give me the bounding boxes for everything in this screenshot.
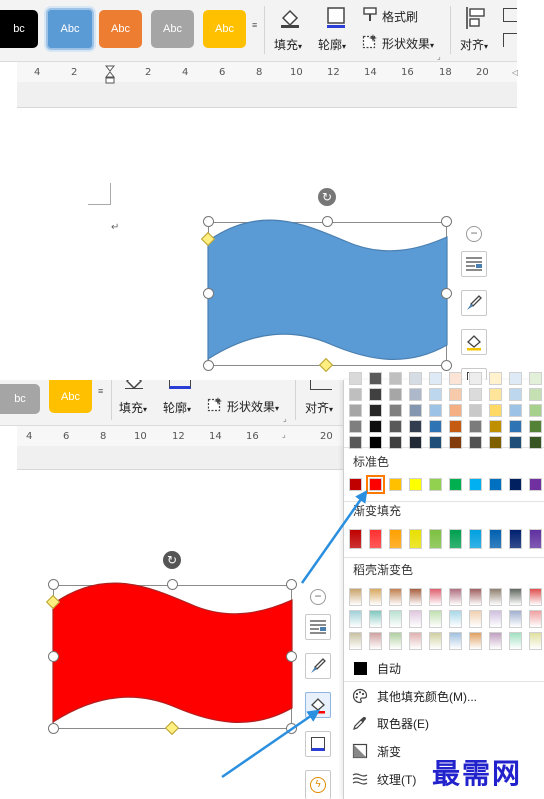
screenshot: bc Abc Abc Abc Abc ≡ 填充▾ 轮廓▾ 格式刷 形状效果▾ ⌟…	[0, 0, 544, 799]
arrow-to-red-swatch	[300, 489, 368, 584]
arrow-to-fill-tool	[221, 709, 321, 779]
annotation-arrows	[221, 489, 368, 779]
watermark-text: 最需网	[432, 757, 523, 790]
